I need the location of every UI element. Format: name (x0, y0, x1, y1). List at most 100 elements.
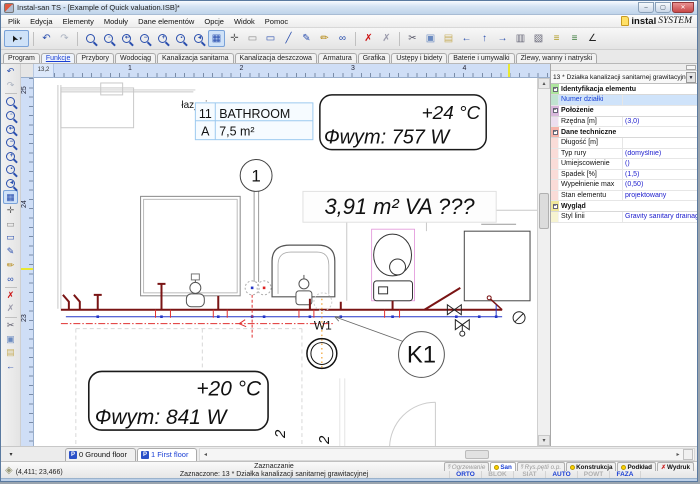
minimize-button[interactable]: – (638, 2, 654, 13)
copy-button[interactable]: ▣ (3, 332, 18, 346)
collapse-icon[interactable] (553, 87, 558, 92)
polyline-tool[interactable]: ∠ (584, 30, 601, 47)
layer-tab-wydruk[interactable]: Wydruk (657, 462, 694, 471)
zoom-selection-tool[interactable]: ◂ (3, 177, 18, 191)
water-supply-pipe[interactable] (66, 305, 502, 318)
property-value[interactable]: projektowany (623, 192, 697, 199)
maximize-button[interactable]: ▢ (655, 2, 671, 13)
property-row[interactable]: Typ rury(domyślnie) (551, 149, 697, 160)
menu-item[interactable]: Edycja (25, 17, 58, 26)
zoom-decrease-tool[interactable]: − (136, 30, 153, 47)
move-up-button[interactable]: ↑ (476, 30, 493, 47)
zoom-increase-tool[interactable]: + (154, 30, 171, 47)
zoom-window-tool[interactable]: ▫ (3, 109, 18, 123)
property-value[interactable]: (1,5) (623, 171, 697, 178)
sheet-tab-0-ground-floor[interactable]: P0 Ground floor (65, 448, 136, 461)
property-row[interactable]: Wypełnienie max(0,50) (551, 180, 697, 191)
heat-demand-box-lower[interactable]: +20 °C Фwym: 841 W (89, 371, 268, 430)
scroll-right-icon[interactable]: ▸ (673, 451, 683, 458)
close-button[interactable]: ✕ (672, 2, 694, 13)
zoom-previous-tool[interactable]: ↩ (3, 122, 18, 136)
property-row[interactable]: Umiejscowienie() (551, 159, 697, 170)
pipe-junction-points[interactable] (245, 281, 271, 295)
zoom-previous-tool[interactable]: ↩ (118, 30, 135, 47)
find-tool[interactable]: ∞ (334, 30, 351, 47)
move-left-button[interactable]: ← (3, 359, 18, 373)
pen-special-tool[interactable]: ✏ (3, 258, 18, 272)
collapse-icon[interactable] (553, 108, 558, 113)
tab-funkcje[interactable]: Funkcje (41, 53, 76, 63)
align-lines-2-button[interactable]: ≡ (566, 30, 583, 47)
scroll-down-icon[interactable]: ▾ (538, 435, 550, 446)
paste-button[interactable]: ▤ (3, 346, 18, 360)
property-section-header[interactable]: Dane techniczne (551, 127, 697, 138)
toolbar-overflow-icon[interactable]: ▾ (1, 451, 21, 458)
undo-button[interactable]: ↶ (3, 65, 18, 79)
tab-program[interactable]: Program (3, 53, 40, 63)
washing-machine[interactable] (464, 224, 530, 301)
data-table-toggle[interactable]: ▦ (3, 190, 18, 204)
zoom-selection-tool[interactable]: ◂ (190, 30, 207, 47)
splitter-grip[interactable] (683, 449, 693, 460)
drawing-canvas[interactable]: 2 2 (34, 78, 537, 446)
riser-w1[interactable]: W1 (307, 319, 337, 369)
property-row[interactable]: Styl liniiGravity sanitary drainage (551, 212, 697, 223)
washbasin[interactable] (272, 245, 335, 305)
delete-special-tool[interactable]: ✗ (378, 30, 395, 47)
toilet[interactable] (372, 229, 415, 301)
scroll-left-icon[interactable]: ◂ (200, 451, 210, 458)
shower-valve[interactable] (186, 274, 204, 307)
collapse-icon[interactable] (553, 204, 558, 209)
tab-wodociąg[interactable]: Wodociąg (115, 53, 156, 63)
redo-button[interactable]: ↷ (56, 30, 73, 47)
riser-node-1[interactable]: 1 (240, 160, 272, 282)
draw-line-tool[interactable]: ╱ (280, 30, 297, 47)
canvas-vertical-scrollbar[interactable]: ▴ ▾ (537, 78, 550, 446)
property-row[interactable]: Rzędna [m](3,0) (551, 117, 697, 128)
select-rect-tool[interactable]: ▭ (3, 218, 18, 232)
delete-tool[interactable]: ✗ (3, 289, 18, 303)
select-rect-tool[interactable]: ▭ (244, 30, 261, 47)
copy-button[interactable]: ▣ (422, 30, 439, 47)
vertical-scroll-thumb[interactable] (539, 193, 549, 229)
zoom-page-tool[interactable]: ▪ (3, 163, 18, 177)
shower-tray[interactable] (141, 196, 241, 295)
element-type-selector[interactable]: 13 * Działka kanalizacji sanitarnej graw… (551, 71, 697, 84)
zoom-page-tool[interactable]: ▪ (172, 30, 189, 47)
menu-item[interactable]: Opcje (199, 17, 229, 26)
menu-item[interactable]: Pomoc (260, 17, 293, 26)
layer-tab-san[interactable]: San (490, 462, 516, 471)
zoom-decrease-tool[interactable]: − (3, 136, 18, 150)
delete-tool[interactable]: ✗ (360, 30, 377, 47)
draw-line-tool[interactable]: ✎ (3, 245, 18, 259)
horizontal-scroll-thumb[interactable] (465, 450, 489, 459)
property-row[interactable]: Stan elementuprojektowany (551, 191, 697, 202)
select-tool[interactable]: ➤▾ (4, 30, 29, 47)
pan-tool[interactable]: ✛ (226, 30, 243, 47)
property-value[interactable]: () (623, 160, 697, 167)
sheet-tab-1-first-floor[interactable]: P1 First floor (137, 448, 198, 461)
tab-kanalizacja-deszczowa[interactable]: Kanalizacja deszczowa (235, 53, 317, 63)
zoom-out-tool[interactable] (82, 30, 99, 47)
pump-symbol[interactable] (513, 312, 525, 324)
property-value[interactable]: (domyślnie) (623, 150, 697, 157)
property-section-header[interactable]: Położenie (551, 106, 697, 117)
select-rect-add-tool[interactable]: ▭ (3, 231, 18, 245)
tab-przybory[interactable]: Przybory (76, 53, 114, 63)
layer-tab-konstrukcja[interactable]: Konstrukcja (566, 462, 616, 471)
pan-tool[interactable]: ✛ (3, 204, 18, 218)
menu-item[interactable]: Widok (229, 17, 260, 26)
delete-special-tool[interactable]: ✗ (3, 302, 18, 316)
tab-baterie-i-umywalki[interactable]: Baterie i umywalki (448, 53, 514, 63)
property-row[interactable]: Spadek [%](1,5) (551, 170, 697, 181)
tab-armatura[interactable]: Armatura (318, 53, 357, 63)
property-section-header[interactable]: Identyfikacja elementu (551, 84, 697, 95)
layer-back-button[interactable]: ▧ (530, 30, 547, 47)
scroll-up-icon[interactable]: ▴ (538, 78, 550, 89)
stack-k1[interactable]: K1 (335, 317, 445, 378)
menu-item[interactable]: Dane elementów (133, 17, 199, 26)
data-table-toggle[interactable]: ▦ (208, 30, 225, 47)
select-rect-add-tool[interactable]: ▭ (262, 30, 279, 47)
panel-scroll-box[interactable] (686, 65, 696, 70)
layer-tab-podkład[interactable]: Podkład (617, 462, 656, 471)
